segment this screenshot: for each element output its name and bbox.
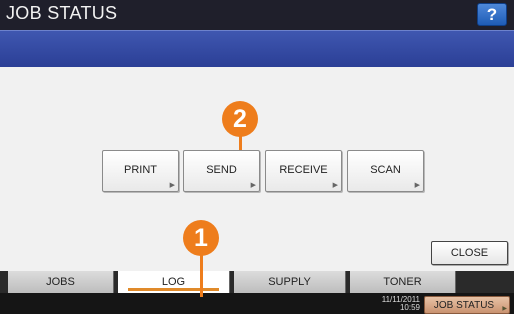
- send-log-label: SEND: [206, 164, 237, 176]
- message-area: [0, 30, 514, 67]
- tab-jobs[interactable]: JOBS: [8, 271, 114, 293]
- arrow-indicator-icon: ▶: [169, 182, 175, 189]
- tab-toner-label: TONER: [383, 276, 422, 288]
- arrow-indicator-icon: ▶: [332, 182, 338, 189]
- tab-supply-label: SUPPLY: [268, 276, 311, 288]
- receive-log-label: RECEIVE: [279, 164, 328, 176]
- receive-log-button[interactable]: RECEIVE ▶: [265, 150, 342, 192]
- tab-log-label: LOG: [161, 276, 186, 288]
- callout-1-pointer: [200, 251, 203, 297]
- arrow-indicator-icon: ▶: [414, 182, 420, 189]
- tab-supply[interactable]: SUPPLY: [234, 271, 346, 293]
- help-button[interactable]: ?: [477, 3, 507, 26]
- job-status-label: JOB STATUS: [433, 300, 495, 311]
- arrow-indicator-icon: ▶: [250, 182, 256, 189]
- scan-log-label: SCAN: [370, 164, 401, 176]
- window-title: JOB STATUS: [6, 3, 118, 23]
- scan-log-button[interactable]: SCAN ▶: [347, 150, 424, 192]
- close-button[interactable]: CLOSE: [431, 241, 508, 265]
- title-bar: JOB STATUS ?: [0, 0, 514, 30]
- close-label: CLOSE: [450, 247, 489, 259]
- callout-1: 1: [183, 220, 219, 256]
- job-status-button[interactable]: JOB STATUS ▶: [424, 296, 510, 314]
- print-log-button[interactable]: PRINT ▶: [102, 150, 179, 192]
- arrow-indicator-icon: ▶: [502, 306, 507, 312]
- print-log-label: PRINT: [124, 164, 157, 176]
- send-log-button[interactable]: SEND ▶: [183, 150, 260, 192]
- date-time: 11/11/2011 10:59: [370, 296, 420, 312]
- active-tab-indicator: [128, 288, 219, 291]
- time-text: 10:59: [399, 303, 420, 312]
- job-status-screen: JOB STATUS ? PRINT ▶ SEND ▶ RECEIVE ▶ SC…: [0, 0, 514, 314]
- tab-log[interactable]: LOG: [118, 271, 230, 293]
- callout-2: 2: [222, 101, 258, 137]
- help-icon: ?: [486, 5, 498, 24]
- callout-2-pointer: [239, 136, 242, 150]
- tab-jobs-label: JOBS: [46, 276, 75, 288]
- tab-toner[interactable]: TONER: [350, 271, 456, 293]
